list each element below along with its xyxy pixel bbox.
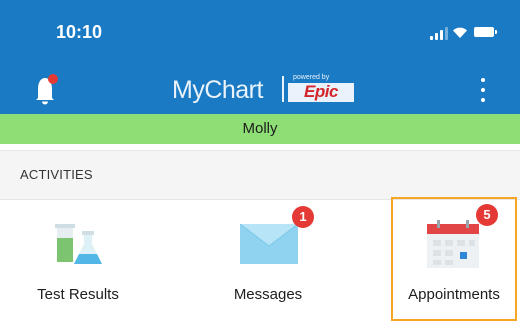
- more-vertical-icon[interactable]: [478, 76, 488, 104]
- calendar-icon: [427, 220, 479, 268]
- status-time: 10:10: [56, 22, 103, 42]
- activity-label: Messages: [233, 286, 303, 303]
- activity-label: Test Results: [37, 286, 119, 303]
- patient-name-bar: Molly: [0, 114, 520, 144]
- mychart-logo: MyChart powered by Epic: [172, 72, 372, 106]
- logo-text: MyChart: [172, 76, 263, 104]
- section-title: ACTIVITIES: [20, 167, 93, 182]
- status-bar: 10:10: [0, 0, 520, 66]
- notification-bell-icon[interactable]: [32, 72, 62, 106]
- nav-bar: MyChart powered by Epic: [0, 66, 520, 114]
- activities-section-header: ACTIVITIES: [0, 150, 520, 200]
- activity-label: Appointments: [408, 286, 500, 303]
- appointments-badge: 5: [476, 204, 498, 226]
- logo-divider: [282, 76, 284, 102]
- epic-logo-text: Epic: [304, 82, 338, 101]
- battery-icon: [474, 27, 497, 37]
- activity-messages[interactable]: 1 Messages: [198, 198, 338, 328]
- test-results-flasks-icon: [55, 224, 102, 264]
- wifi-icon: [453, 27, 467, 38]
- messages-badge: 1: [292, 206, 314, 228]
- envelope-icon: [239, 223, 299, 264]
- system-icons: [430, 26, 500, 40]
- activity-test-results[interactable]: Test Results: [8, 198, 148, 328]
- activity-appointments[interactable]: 5 Appointments: [393, 198, 515, 328]
- logo-tagline: powered by: [293, 74, 330, 81]
- epic-logo: Epic: [288, 82, 354, 102]
